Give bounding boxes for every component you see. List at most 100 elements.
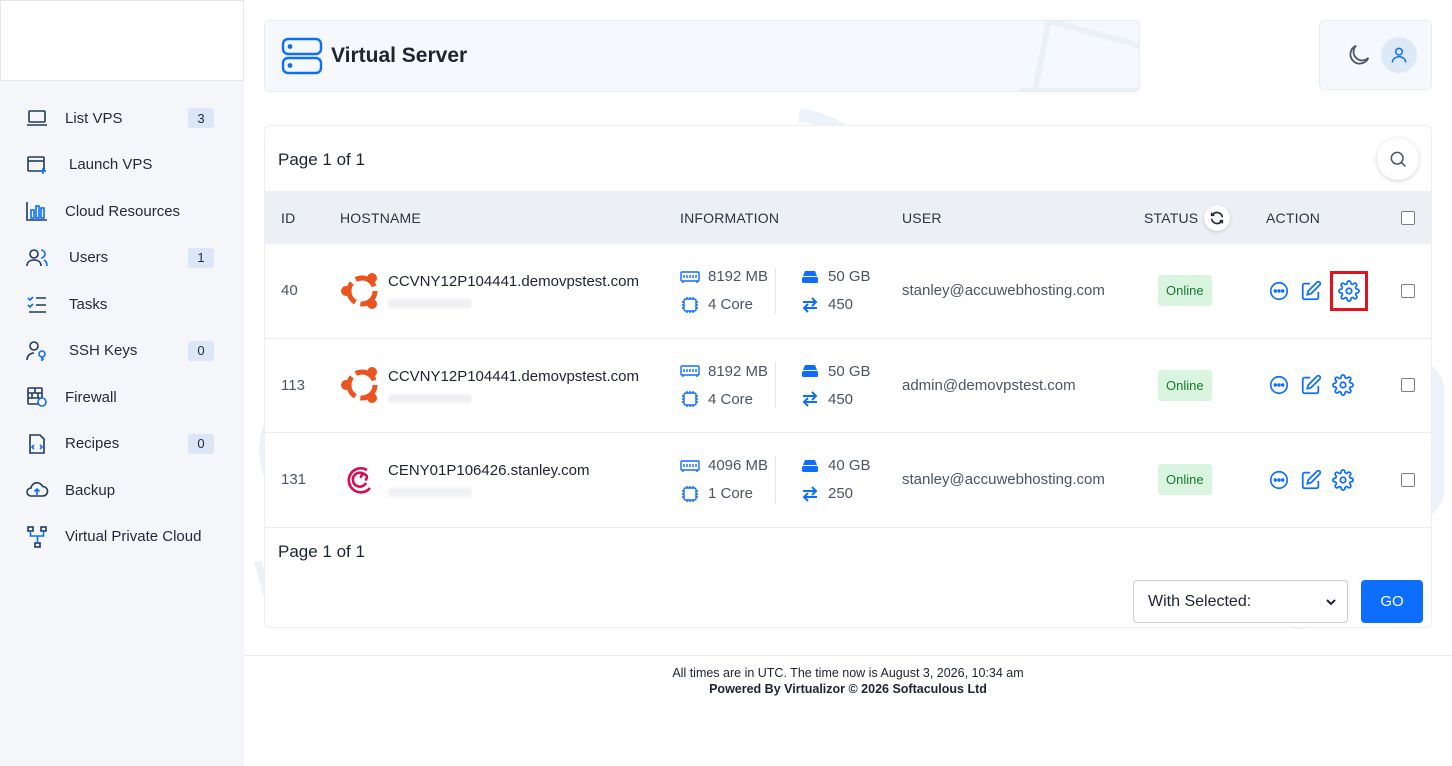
ram-info: 8192 MB	[680, 268, 788, 286]
sidebar-item-users[interactable]: Users 1	[0, 235, 244, 282]
sidebar-item-launch-vps[interactable]: Launch VPS	[0, 142, 244, 189]
checklist-icon	[24, 292, 50, 316]
user-email: admin@demovpstest.com	[902, 376, 1076, 394]
status-badge: Online	[1158, 369, 1212, 401]
status-badge: Online	[1158, 275, 1212, 307]
count-badge: 3	[188, 108, 214, 129]
transfer-icon	[802, 486, 818, 502]
sidebar-item-tasks[interactable]: Tasks	[0, 281, 244, 328]
sidebar-item-cloud-resources[interactable]: Cloud Resources	[0, 188, 244, 235]
firewall-icon	[24, 385, 50, 409]
search-button[interactable]	[1377, 138, 1419, 180]
action-cell	[1266, 467, 1384, 493]
memory-icon	[680, 365, 700, 378]
disk-icon	[802, 365, 818, 378]
user-icon	[1391, 47, 1407, 63]
action-cell	[1266, 270, 1384, 311]
sidebar-item-label: Users	[69, 249, 109, 267]
footer-powered-by: Powered By Virtualizor © 2026 Softaculou…	[709, 682, 987, 696]
disk-info: 50 GB	[788, 362, 888, 380]
action-cell	[1266, 372, 1384, 398]
avatar[interactable]	[1381, 37, 1417, 73]
hostname-link[interactable]: CCVNY12P104441.demovpstest.com	[388, 368, 639, 385]
sidebar-item-virtual-private-cloud[interactable]: Virtual Private Cloud	[0, 514, 244, 561]
vps-id: 131	[281, 471, 307, 489]
column-header-hostname[interactable]: HOSTNAME	[340, 210, 680, 226]
users-icon	[24, 246, 50, 270]
table-header: ID HOSTNAME INFORMATION USER STATUS ACTI…	[265, 191, 1431, 244]
bandwidth-info: 450	[788, 296, 888, 314]
user-key-icon	[24, 339, 50, 363]
sidebar: List VPS 3 Launch VPS Cloud Resources Us…	[0, 0, 244, 766]
edit-icon	[1301, 375, 1322, 395]
bandwidth-info: 450	[788, 390, 888, 408]
server-icon	[281, 37, 323, 75]
column-header-id[interactable]: ID	[265, 210, 340, 226]
vps-list-card: Page 1 of 1 ID HOSTNAME INFORMATION USER…	[264, 125, 1432, 628]
cpu-icon	[682, 296, 698, 313]
select-all-checkbox[interactable]	[1400, 210, 1415, 225]
sidebar-item-recipes[interactable]: Recipes 0	[0, 421, 244, 468]
edit-button[interactable]	[1298, 372, 1324, 398]
information-cell: 8192 MB 50 GB 4 Core 450	[680, 362, 902, 409]
sidebar-item-label: Virtual Private Cloud	[65, 528, 202, 546]
column-header-user[interactable]: USER	[902, 210, 1144, 226]
sidebar-item-label: Recipes	[65, 435, 120, 453]
header-decoration-icon	[1019, 21, 1139, 91]
sidebar-item-label: Cloud Resources	[65, 202, 181, 220]
dark-mode-toggle[interactable]	[1345, 41, 1373, 69]
manage-settings-button[interactable]	[1330, 270, 1368, 311]
debian-logo-icon	[347, 466, 371, 494]
hostname-link[interactable]: CCVNY12P104441.demovpstest.com	[388, 273, 639, 290]
cpu-icon	[682, 485, 698, 502]
gear-icon	[1338, 279, 1360, 302]
sidebar-item-ssh-keys[interactable]: SSH Keys 0	[0, 328, 244, 375]
status-cell: Online	[1144, 275, 1266, 307]
bulk-action-selected-value: With Selected:	[1148, 592, 1252, 610]
sidebar-item-label: Backup	[65, 481, 116, 499]
bulk-action-select[interactable]: With Selected:	[1133, 580, 1348, 623]
sidebar-item-label: Tasks	[69, 295, 108, 313]
more-horizontal-icon	[1269, 470, 1289, 489]
refresh-status-button[interactable]	[1204, 204, 1231, 231]
more-options-button[interactable]	[1266, 467, 1292, 493]
network-icon	[24, 525, 50, 549]
page-header: Virtual Server	[264, 20, 1140, 92]
user-email: stanley@accuwebhosting.com	[902, 471, 1105, 489]
sidebar-item-list-vps[interactable]: List VPS 3	[0, 95, 244, 142]
moon-icon	[1349, 44, 1370, 65]
bar-chart-icon	[24, 199, 50, 223]
hostname-cell: CENY01P106426.stanley.com	[340, 458, 680, 502]
sidebar-item-backup[interactable]: Backup	[0, 467, 244, 514]
cpu-icon	[682, 391, 698, 408]
sidebar-item-firewall[interactable]: Firewall	[0, 374, 244, 421]
cpu-info: 1 Core	[680, 485, 788, 503]
transfer-icon	[802, 297, 818, 313]
edit-button[interactable]	[1298, 467, 1324, 493]
manage-settings-button[interactable]	[1330, 467, 1356, 493]
more-options-button[interactable]	[1266, 278, 1292, 304]
sidebar-nav: List VPS 3 Launch VPS Cloud Resources Us…	[0, 81, 244, 560]
hostname-link[interactable]: CENY01P106426.stanley.com	[388, 462, 590, 479]
edit-button[interactable]	[1298, 278, 1324, 304]
count-badge: 0	[188, 433, 214, 454]
row-checkbox[interactable]	[1400, 472, 1415, 487]
disk-icon	[802, 270, 818, 283]
pagination-info-top: Page 1 of 1	[278, 150, 365, 169]
user-toolbar	[1319, 20, 1432, 90]
row-checkbox[interactable]	[1400, 378, 1415, 393]
hostname-subtext-redacted	[388, 393, 472, 403]
window-plus-icon	[24, 153, 50, 177]
table-row: 131 CENY01P106426.stanley.com 4096 MB 40…	[265, 433, 1431, 528]
gear-icon	[1332, 374, 1354, 397]
cpu-info: 4 Core	[680, 390, 788, 408]
count-badge: 1	[188, 247, 214, 268]
count-badge: 0	[188, 340, 214, 361]
table-row: 113 CCVNY12P104441.demovpstest.com 8192 …	[265, 339, 1431, 433]
manage-settings-button[interactable]	[1330, 372, 1356, 398]
sidebar-logo-area	[0, 0, 244, 81]
row-checkbox[interactable]	[1400, 283, 1415, 298]
ubuntu-logo-icon	[341, 272, 378, 309]
go-button[interactable]: GO	[1361, 580, 1423, 623]
more-options-button[interactable]	[1266, 372, 1292, 398]
